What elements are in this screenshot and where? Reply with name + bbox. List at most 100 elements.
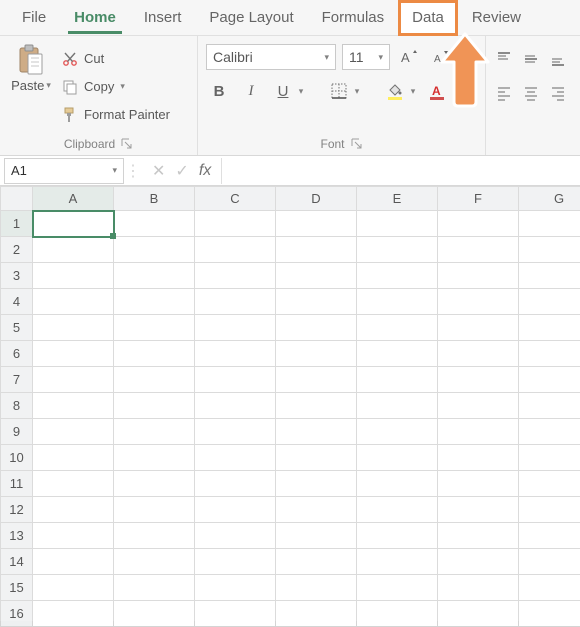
cell[interactable] <box>195 523 276 549</box>
col-header[interactable]: E <box>357 187 438 211</box>
cell[interactable] <box>438 419 519 445</box>
underline-button[interactable]: U <box>270 78 296 104</box>
cell[interactable] <box>195 601 276 627</box>
font-name-select[interactable]: Calibri ▾ <box>206 44 336 70</box>
row-header[interactable]: 8 <box>1 393 33 419</box>
tab-file[interactable]: File <box>8 0 60 36</box>
col-header[interactable]: G <box>519 187 580 211</box>
cell[interactable] <box>276 289 357 315</box>
cell[interactable] <box>276 419 357 445</box>
name-box[interactable]: A1 ▾ <box>4 158 124 184</box>
row-header[interactable]: 7 <box>1 367 33 393</box>
cell[interactable] <box>114 549 195 575</box>
row-header[interactable]: 16 <box>1 601 33 627</box>
cell[interactable] <box>33 237 114 263</box>
cell[interactable] <box>519 341 580 367</box>
cell[interactable] <box>195 211 276 237</box>
font-color-button[interactable]: A <box>424 78 450 104</box>
bold-button[interactable]: B <box>206 78 232 104</box>
cell[interactable] <box>519 575 580 601</box>
cell[interactable] <box>357 549 438 575</box>
cell[interactable] <box>519 211 580 237</box>
cell[interactable] <box>195 315 276 341</box>
cell[interactable] <box>195 445 276 471</box>
cell[interactable] <box>114 393 195 419</box>
cell[interactable] <box>195 289 276 315</box>
cell[interactable] <box>357 211 438 237</box>
align-left-button[interactable] <box>494 80 515 106</box>
cell[interactable] <box>357 315 438 341</box>
cell[interactable] <box>33 575 114 601</box>
cell[interactable] <box>276 445 357 471</box>
cell[interactable] <box>519 393 580 419</box>
cell[interactable] <box>357 575 438 601</box>
align-top-button[interactable] <box>494 46 515 72</box>
select-all-corner[interactable] <box>1 187 33 211</box>
chevron-down-icon[interactable]: ▾ <box>450 86 460 97</box>
cell[interactable] <box>438 471 519 497</box>
tab-formulas[interactable]: Formulas <box>308 0 399 36</box>
chevron-down-icon[interactable]: ▾ <box>296 86 306 97</box>
cell[interactable] <box>519 263 580 289</box>
cell[interactable] <box>438 263 519 289</box>
cell[interactable] <box>195 549 276 575</box>
cell[interactable] <box>195 367 276 393</box>
cell[interactable] <box>195 341 276 367</box>
align-bottom-button[interactable] <box>547 46 568 72</box>
cell[interactable] <box>195 419 276 445</box>
cell[interactable] <box>357 497 438 523</box>
cell[interactable] <box>276 575 357 601</box>
cell[interactable] <box>357 237 438 263</box>
enter-formula-icon[interactable]: ✓ <box>175 161 188 181</box>
cell[interactable] <box>195 471 276 497</box>
cell[interactable] <box>195 263 276 289</box>
chevron-down-icon[interactable]: ▾ <box>352 86 362 97</box>
cell[interactable] <box>438 289 519 315</box>
cell[interactable] <box>519 445 580 471</box>
cell[interactable] <box>519 523 580 549</box>
cell[interactable] <box>519 471 580 497</box>
cell[interactable] <box>276 497 357 523</box>
increase-font-button[interactable]: A <box>396 44 422 70</box>
cell[interactable] <box>357 419 438 445</box>
cell[interactable] <box>33 523 114 549</box>
cell[interactable] <box>114 315 195 341</box>
row-header[interactable]: 13 <box>1 523 33 549</box>
row-header[interactable]: 10 <box>1 445 33 471</box>
cell[interactable] <box>519 315 580 341</box>
cell[interactable] <box>438 523 519 549</box>
row-header[interactable]: 15 <box>1 575 33 601</box>
paste-button[interactable]: Paste▾ <box>8 40 54 133</box>
cell[interactable] <box>519 497 580 523</box>
borders-button[interactable] <box>326 78 352 104</box>
cell[interactable] <box>357 393 438 419</box>
cell[interactable] <box>33 211 114 237</box>
cell[interactable] <box>33 393 114 419</box>
cell[interactable] <box>33 497 114 523</box>
worksheet-grid[interactable]: A B C D E F G 12345678910111213141516 <box>0 186 580 627</box>
cell[interactable] <box>357 263 438 289</box>
cell[interactable] <box>195 497 276 523</box>
cell[interactable] <box>114 263 195 289</box>
cell[interactable] <box>438 211 519 237</box>
cell[interactable] <box>114 471 195 497</box>
cell[interactable] <box>114 601 195 627</box>
cell[interactable] <box>195 237 276 263</box>
cell[interactable] <box>357 523 438 549</box>
cell[interactable] <box>33 601 114 627</box>
italic-button[interactable]: I <box>238 78 264 104</box>
cell[interactable] <box>33 471 114 497</box>
cell[interactable] <box>33 263 114 289</box>
row-header[interactable]: 5 <box>1 315 33 341</box>
cell[interactable] <box>33 289 114 315</box>
cell[interactable] <box>438 315 519 341</box>
tab-data[interactable]: Data <box>398 0 458 36</box>
cell[interactable] <box>114 211 195 237</box>
cut-button[interactable]: Cut <box>62 48 170 70</box>
col-header[interactable]: C <box>195 187 276 211</box>
cell[interactable] <box>357 341 438 367</box>
align-middle-button[interactable] <box>521 46 542 72</box>
cell[interactable] <box>519 549 580 575</box>
cell[interactable] <box>276 523 357 549</box>
col-header[interactable]: A <box>33 187 114 211</box>
